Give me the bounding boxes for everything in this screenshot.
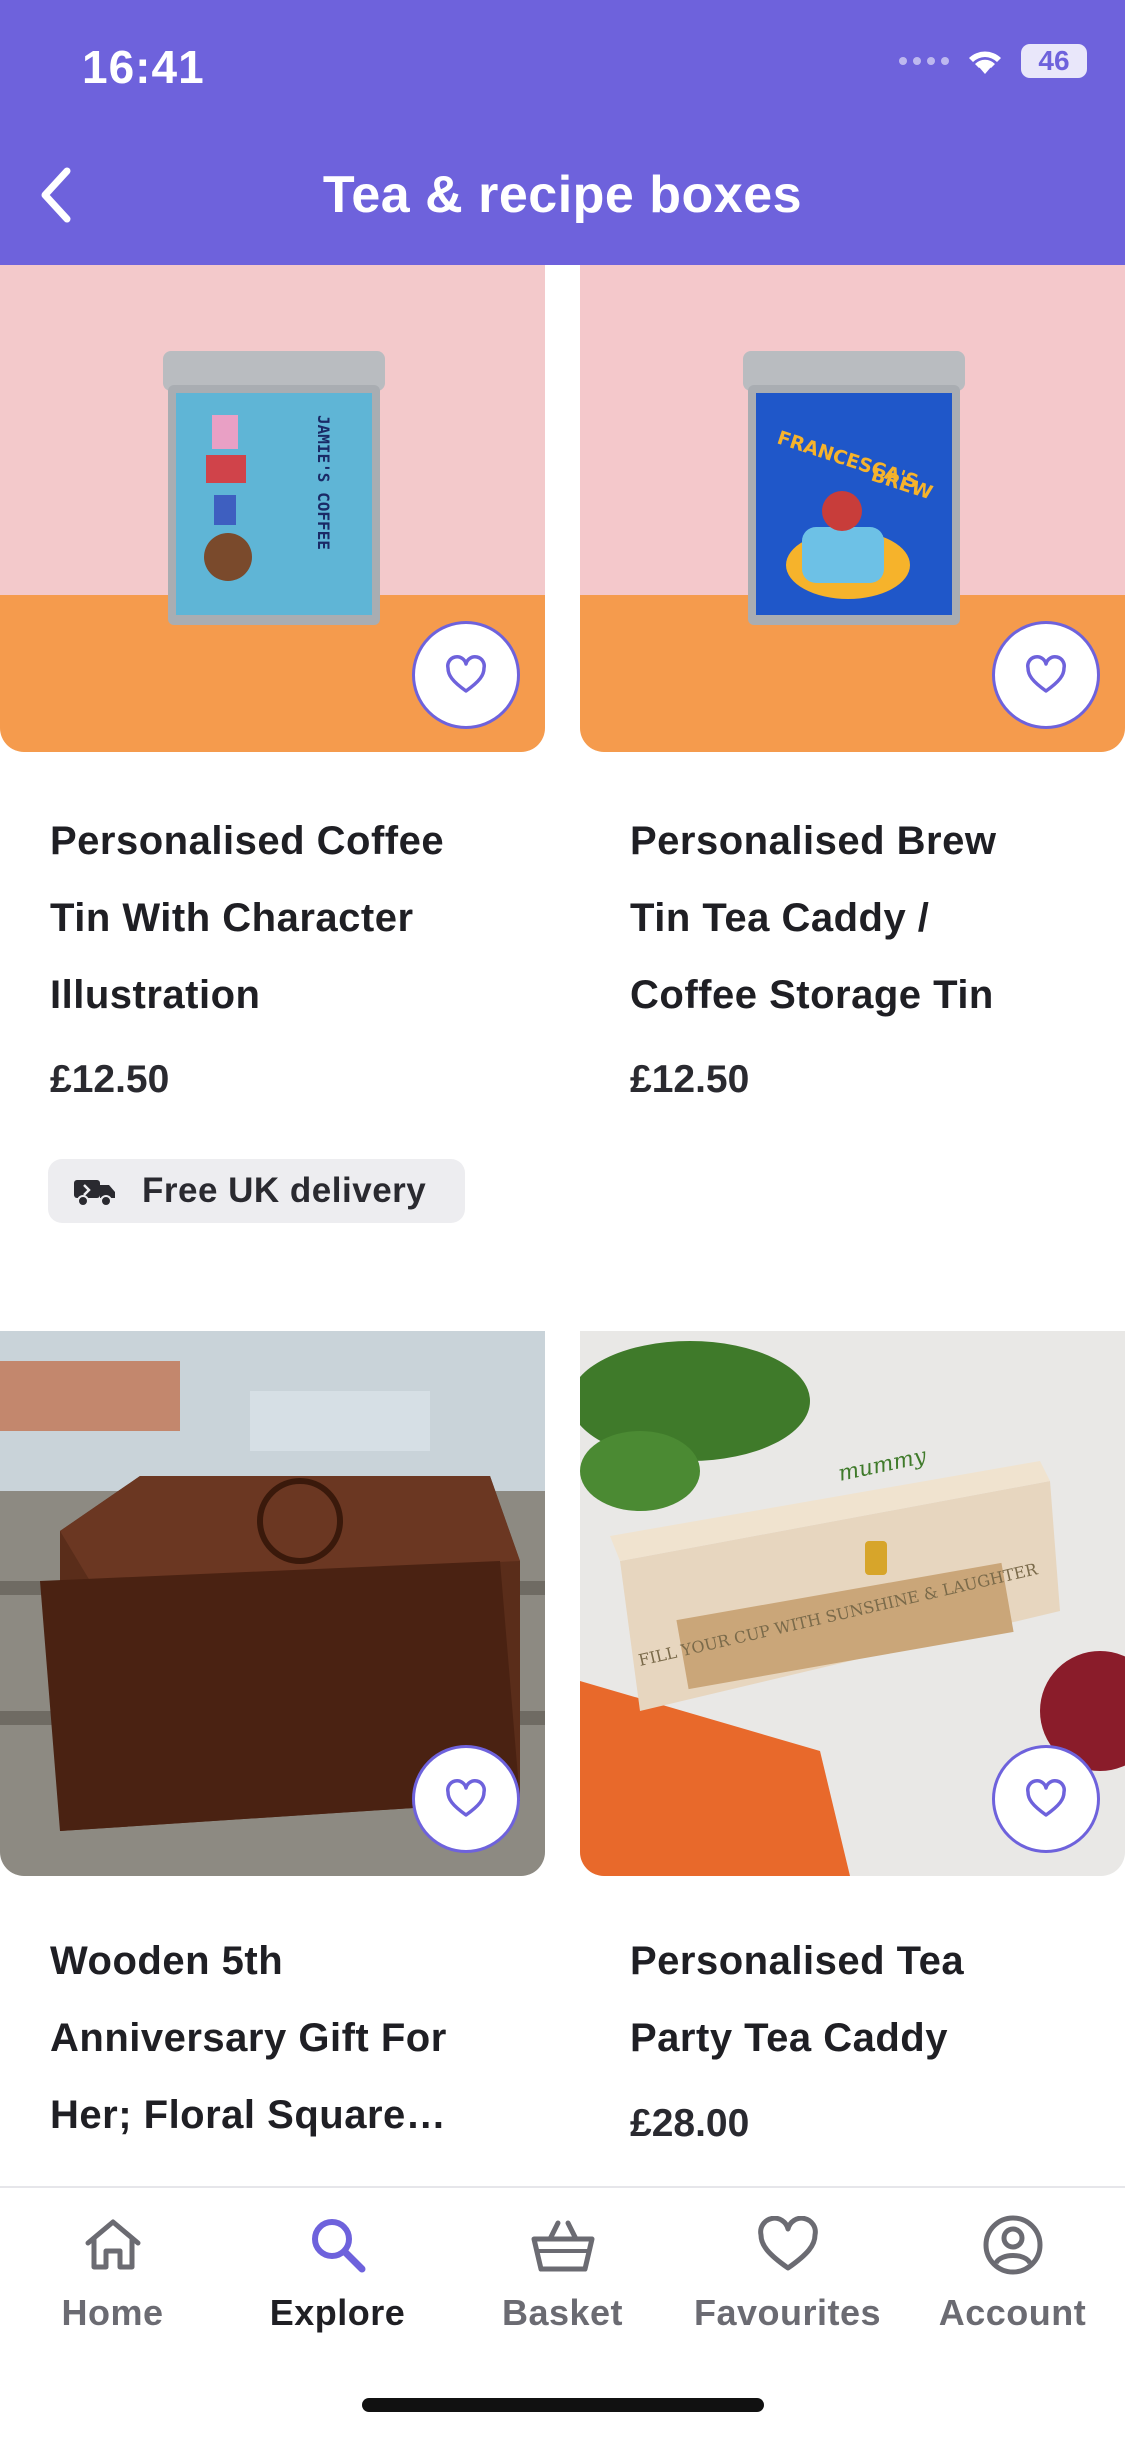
wifi-icon <box>969 51 1001 74</box>
nav-label: Account <box>938 2292 1087 2333</box>
free-delivery-badge: Free UK delivery <box>48 1159 465 1223</box>
heart-icon <box>757 2216 818 2271</box>
product-title[interactable]: Wooden 5th Anniversary Gift For Her; Flo… <box>50 1923 530 2154</box>
product-card[interactable]: FRANCESCA'S BREW Personalised Brew Tin T… <box>580 265 1125 1265</box>
nav-label: Basket <box>501 2292 624 2333</box>
nav-account[interactable]: Account <box>900 2210 1125 2334</box>
product-price: £12.50 <box>630 1058 750 1101</box>
status-icons: 46 <box>899 44 1087 78</box>
search-icon <box>311 2219 365 2273</box>
battery-indicator: 46 <box>1021 44 1087 78</box>
basket-icon <box>531 2220 594 2272</box>
product-title-line: Personalised Brew <box>630 819 997 863</box>
nav-label: Explore <box>269 2292 406 2333</box>
heart-icon <box>446 655 486 693</box>
delivery-truck-icon <box>74 1180 115 1207</box>
product-price: £12.50 <box>50 1058 170 1101</box>
product-title-line: Personalised Tea <box>630 1939 965 1983</box>
home-icon <box>85 2219 140 2270</box>
product-title-line: Coffee Storage Tin <box>630 973 994 1017</box>
product-title-line: Party Tea Caddy <box>630 2016 948 2060</box>
product-title-line: Tin Tea Caddy / <box>630 896 930 940</box>
heart-icon <box>1026 1779 1066 1817</box>
nav-label: Home <box>61 2292 164 2333</box>
nav-basket[interactable]: Basket <box>450 2210 675 2334</box>
account-icon <box>983 2215 1042 2275</box>
heart-icon <box>1026 655 1066 693</box>
home-indicator[interactable] <box>362 2398 764 2412</box>
product-title[interactable]: Personalised Tea Party Tea Caddy <box>630 1923 1120 2077</box>
product-card[interactable]: Wooden 5th Anniversary Gift For Her; Flo… <box>0 1331 545 2186</box>
product-title-line: Wooden 5th <box>50 1939 284 1983</box>
product-card[interactable]: JAMIE'S COFFEE Personalised Coffee Tin W… <box>0 265 545 1265</box>
status-time: 16:41 <box>82 41 205 93</box>
heart-icon <box>446 1779 486 1817</box>
favourite-button[interactable] <box>992 1745 1100 1853</box>
product-title-line: Illustration <box>50 973 261 1017</box>
favourite-button[interactable] <box>992 621 1100 729</box>
nav-label: Favourites <box>693 2292 882 2333</box>
nav-home[interactable]: Home <box>0 2210 225 2334</box>
product-title-line: Tin With Character <box>50 896 414 940</box>
badge-label: Free UK delivery <box>142 1171 427 1210</box>
page-title: Tea & recipe boxes <box>322 166 803 224</box>
product-price: £28.00 <box>630 2102 750 2145</box>
nav-favourites[interactable]: Favourites <box>675 2210 900 2334</box>
signal-icon <box>899 57 949 65</box>
favourite-button[interactable] <box>412 1745 520 1853</box>
product-title-line: Her; Floral Square… <box>50 2093 447 2137</box>
product-title-line: Anniversary Gift For <box>50 2016 447 2060</box>
product-title[interactable]: Personalised Brew Tin Tea Caddy / Coffee… <box>630 803 1120 1034</box>
favourite-button[interactable] <box>412 621 520 729</box>
svg-text:JAMIE'S COFFEE: JAMIE'S COFFEE <box>314 415 333 550</box>
product-card[interactable]: FILL YOUR CUP WITH SUNSHINE & LAUGHTER m… <box>580 1331 1125 2186</box>
product-title-line: Personalised Coffee <box>50 819 445 863</box>
product-title[interactable]: Personalised Coffee Tin With Character I… <box>50 803 530 1034</box>
header-bar: 16:41 46 Tea & recipe boxes <box>0 0 1125 265</box>
nav-explore[interactable]: Explore <box>225 2210 450 2334</box>
